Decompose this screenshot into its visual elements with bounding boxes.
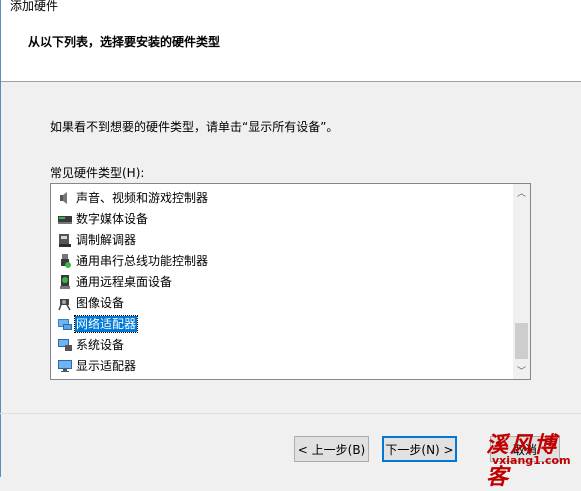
network-adapter-icon	[58, 319, 72, 330]
list-label: 常见硬件类型(H):	[50, 166, 145, 180]
list-item-selected[interactable]: 网络适配器	[57, 315, 139, 333]
back-button[interactable]: < 上一步(B)	[294, 436, 369, 462]
list-item[interactable]: 声音、视频和游戏控制器	[57, 189, 209, 207]
list-item-label: 网络适配器	[73, 315, 139, 333]
speaker-icon	[60, 192, 67, 204]
modem-icon	[59, 234, 71, 247]
list-item[interactable]: 通用串行总线功能控制器	[57, 252, 209, 270]
header-title: 从以下列表，选择要安装的硬件类型	[28, 35, 221, 49]
hardware-type-list[interactable]: 声音、视频和游戏控制器 数字媒体设备 调制解调器 通用串行总线功能控制器 通用远…	[50, 183, 531, 380]
list-item[interactable]: 图像设备	[57, 294, 125, 312]
scroll-down-icon[interactable]: ﹀	[513, 362, 530, 379]
display-adapter-icon	[58, 360, 72, 372]
usb-icon	[61, 254, 71, 268]
watermark: 溪风博客 vxiang1.com	[486, 427, 581, 490]
list-item-label: 通用远程桌面设备	[76, 275, 173, 289]
hint-text: 如果看不到想要的硬件类型，请单击“显示所有设备”。	[50, 120, 339, 134]
list-item-label: 显示适配器	[76, 359, 137, 373]
list-item[interactable]: 数字媒体设备	[57, 210, 149, 228]
scrollbar-thumb[interactable]	[515, 323, 528, 359]
media-device-icon	[58, 216, 72, 224]
wizard-header: 添加硬件 从以下列表，选择要安装的硬件类型	[0, 0, 581, 82]
camera-icon	[58, 299, 71, 311]
watermark-url: vxiang1.com	[492, 454, 571, 467]
list-item-label: 系统设备	[76, 338, 125, 352]
list-item[interactable]: 调制解调器	[57, 231, 137, 249]
list-item-label: 数字媒体设备	[76, 212, 149, 226]
list-item-label: 图像设备	[76, 296, 125, 310]
scroll-up-icon[interactable]: ︿	[513, 184, 530, 201]
list-item[interactable]: 显示适配器	[57, 357, 137, 375]
list-item-label: 声音、视频和游戏控制器	[76, 191, 209, 205]
list-item[interactable]: 系统设备	[57, 336, 125, 354]
next-button[interactable]: 下一步(N) >	[382, 436, 457, 462]
list-item[interactable]: 通用远程桌面设备	[57, 273, 173, 291]
system-device-icon	[58, 339, 72, 351]
window-title: 添加硬件	[10, 0, 59, 13]
footer-divider	[0, 413, 581, 414]
list-item-label: 调制解调器	[76, 233, 137, 247]
remote-desktop-icon	[60, 275, 70, 289]
vertical-scrollbar[interactable]: ︿ ﹀	[513, 184, 530, 379]
window-border	[0, 0, 1, 477]
list-item-label: 通用串行总线功能控制器	[76, 254, 209, 268]
